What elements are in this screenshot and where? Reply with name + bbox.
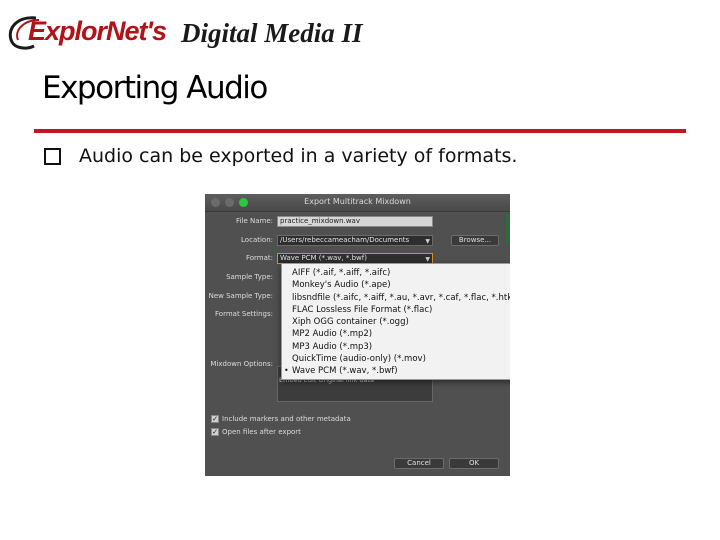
dialog-titlebar: Export Multitrack Mixdown: [205, 194, 510, 212]
open-files-checkbox[interactable]: ✓ Open files after export: [211, 428, 301, 436]
format-option-label: FLAC Lossless File Format (*.flac): [292, 304, 433, 315]
format-option-label: libsndfile (*.aifc, *.aiff, *.au, *.avr,…: [292, 292, 510, 303]
export-mixdown-dialog: Export Multitrack Mixdown File Name: pra…: [205, 194, 510, 476]
logo-brand-text: ExplorNet's: [28, 16, 167, 46]
format-option[interactable]: FLAC Lossless File Format (*.flac): [282, 304, 510, 316]
ok-button[interactable]: OK: [449, 458, 499, 469]
file-name-label: File Name:: [236, 217, 273, 225]
sample-type-label: Sample Type:: [226, 273, 273, 281]
format-dropdown-menu[interactable]: AIFF (*.aif, *.aiff, *.aifc) Monkey's Aud…: [281, 263, 510, 380]
bullet-item: Audio can be exported in a variety of fo…: [44, 145, 517, 167]
format-option[interactable]: • Wave PCM (*.wav, *.bwf): [282, 365, 510, 377]
chevron-down-icon: ▼: [425, 238, 430, 245]
location-select[interactable]: /Users/rebeccameacham/Documents ▼: [277, 235, 433, 246]
format-option[interactable]: MP2 Audio (*.mp2): [282, 328, 510, 340]
logo-product-text: Digital Media II: [181, 18, 363, 48]
format-option-label: MP2 Audio (*.mp2): [292, 329, 373, 340]
include-markers-checkbox[interactable]: ✓ Include markers and other metadata: [211, 415, 351, 423]
location-value: /Users/rebeccameacham/Documents: [280, 236, 410, 244]
slide-title: Exporting Audio: [42, 70, 268, 106]
format-option-label: Wave PCM (*.wav, *.bwf): [292, 366, 398, 377]
browse-button[interactable]: Browse...: [451, 235, 499, 246]
dialog-title: Export Multitrack Mixdown: [304, 197, 411, 206]
location-label: Location:: [241, 236, 273, 244]
new-sample-type-label: New Sample Type:: [208, 292, 273, 300]
selected-bullet-icon: •: [284, 366, 289, 376]
checkmark-icon: ✓: [211, 415, 219, 423]
format-settings-label: Format Settings:: [215, 310, 273, 318]
checkbox-bullet-icon: [44, 147, 61, 165]
format-option[interactable]: libsndfile (*.aifc, *.aiff, *.au, *.avr,…: [282, 292, 510, 304]
explornet-logo: ExplorNet's Digital Media II: [6, 12, 406, 52]
include-markers-label: Include markers and other metadata: [222, 415, 351, 423]
format-option[interactable]: MP3 Audio (*.mp3): [282, 341, 510, 353]
file-name-input[interactable]: practice_mixdown.wav: [277, 216, 433, 227]
bullet-text: Audio can be exported in a variety of fo…: [79, 145, 518, 167]
format-label: Format:: [245, 254, 273, 262]
background-window-edge: [506, 214, 510, 244]
mixdown-options-label: Mixdown Options:: [210, 360, 273, 368]
format-option[interactable]: Xiph OGG container (*.ogg): [282, 316, 510, 328]
open-files-label: Open files after export: [222, 428, 301, 436]
cancel-button[interactable]: Cancel: [394, 458, 444, 469]
checkmark-icon: ✓: [211, 428, 219, 436]
format-value: Wave PCM (*.wav, *.bwf): [280, 254, 367, 262]
format-option[interactable]: AIFF (*.aif, *.aiff, *.aifc): [282, 267, 510, 279]
format-option-label: AIFF (*.aif, *.aiff, *.aifc): [292, 268, 391, 278]
format-option-label: Xiph OGG container (*.ogg): [292, 317, 409, 328]
format-option[interactable]: QuickTime (audio-only) (*.mov): [282, 353, 510, 365]
format-option-label: MP3 Audio (*.mp3): [292, 341, 373, 352]
title-divider: [34, 129, 686, 133]
format-option-label: Monkey's Audio (*.ape): [292, 280, 391, 291]
format-option-label: QuickTime (audio-only) (*.mov): [292, 354, 426, 365]
format-option[interactable]: Monkey's Audio (*.ape): [282, 279, 510, 291]
